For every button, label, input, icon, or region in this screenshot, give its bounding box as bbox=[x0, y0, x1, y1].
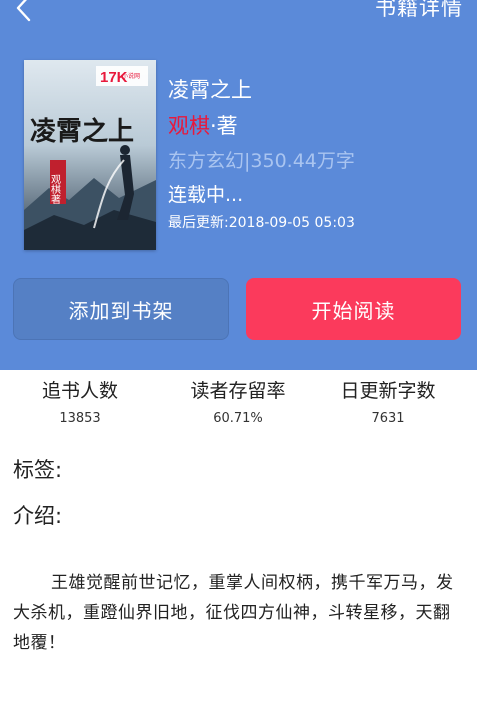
genre-word-count: 东方玄幻|350.44万字 bbox=[168, 150, 355, 172]
page-title: 书籍详情 bbox=[375, 0, 463, 20]
stat-value: 7631 bbox=[371, 411, 405, 426]
stat-retention: 读者存留率 60.71% bbox=[158, 376, 318, 426]
author-name[interactable]: 观棋 bbox=[168, 114, 210, 138]
book-introduction: 王雄觉醒前世记忆，重掌人间权柄，携千军万马，发大杀机，重蹬仙界旧地，征伐四方仙神… bbox=[13, 573, 454, 653]
serial-status: 连载中... bbox=[168, 184, 244, 206]
author-row: 观棋·著 bbox=[168, 110, 238, 140]
author-suffix: ·著 bbox=[210, 114, 238, 138]
start-reading-button[interactable]: 开始阅读 bbox=[246, 278, 461, 340]
stat-label: 读者存留率 bbox=[190, 380, 286, 402]
stat-label: 追书人数 bbox=[41, 380, 118, 402]
book-cover[interactable]: 17K 小说网 凌霄之上 观棋著 bbox=[24, 60, 156, 250]
stat-label: 日更新字数 bbox=[340, 380, 436, 402]
cover-title: 凌霄之上 bbox=[30, 116, 134, 147]
cover-author-seal: 观棋著 bbox=[49, 174, 61, 204]
intro-label: 介绍: bbox=[13, 504, 63, 528]
book-detail-header: 书籍详情 17K 小说网 凌霄之上 观棋著 凌霄之上 观棋·著 东方玄幻|350… bbox=[0, 0, 477, 370]
add-to-shelf-button[interactable]: 添加到书架 bbox=[13, 278, 229, 340]
stat-value: 13853 bbox=[59, 411, 101, 426]
tags-label: 标签: bbox=[13, 458, 63, 482]
stat-daily-words: 日更新字数 7631 bbox=[308, 376, 468, 426]
last-updated: 最后更新:2018-09-05 05:03 bbox=[168, 215, 355, 231]
cover-brand-sub: 小说网 bbox=[122, 72, 140, 80]
stat-value: 60.71% bbox=[213, 411, 263, 426]
book-stats: 追书人数 13853 读者存留率 60.71% 日更新字数 7631 bbox=[0, 376, 477, 432]
book-title: 凌霄之上 bbox=[168, 78, 252, 102]
chevron-left-icon[interactable] bbox=[12, 0, 36, 22]
stat-followers: 追书人数 13853 bbox=[0, 376, 160, 426]
